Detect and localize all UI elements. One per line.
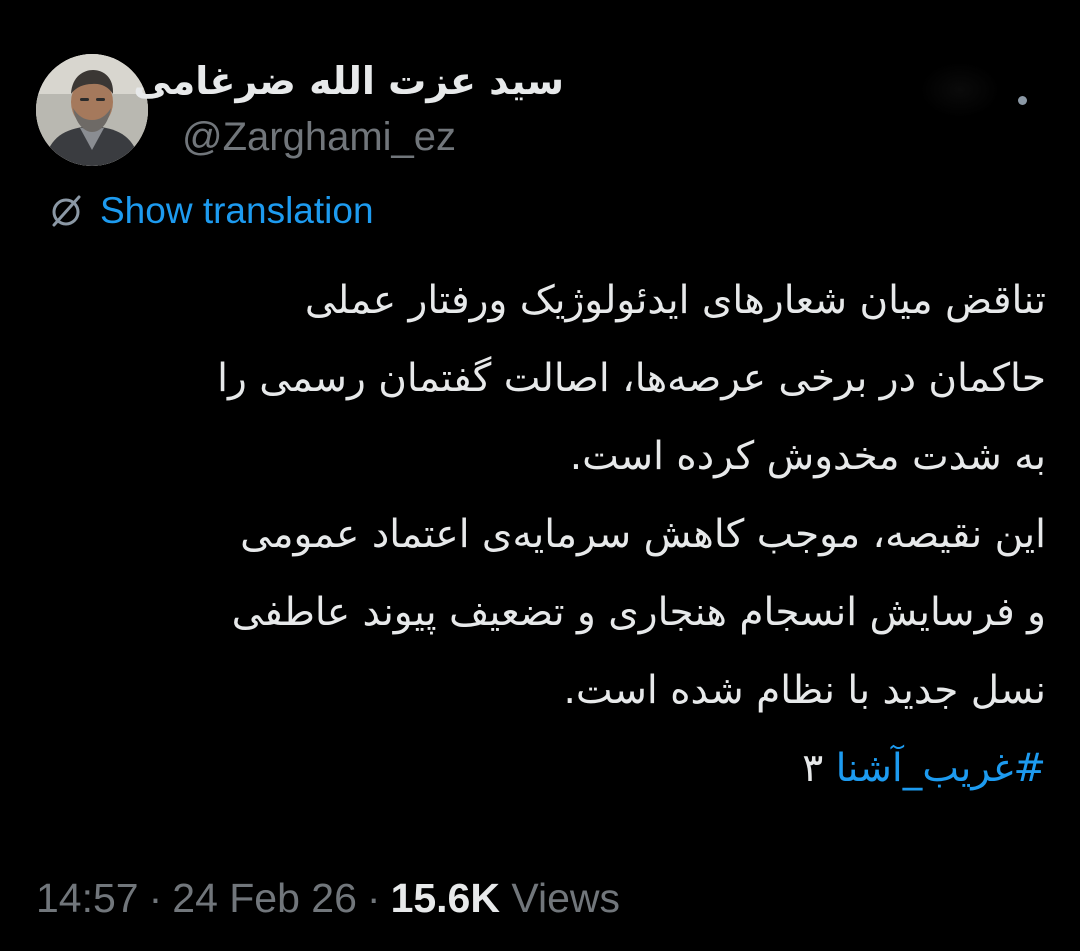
user-handle[interactable]: @Zarghami_ez bbox=[182, 112, 456, 162]
avatar[interactable] bbox=[36, 54, 148, 166]
hashtag-link[interactable]: #غریب_آشنا bbox=[836, 746, 1046, 791]
tweet-text: تناقض میان شعارهای ایدئولوژیک ورفتار عمل… bbox=[30, 262, 1046, 808]
globe-icon bbox=[46, 191, 86, 231]
tweet-card: سید عزت الله ضرغامی @Zarghami_ez Show tr… bbox=[0, 0, 1080, 951]
tweet-line: حاکمان در برخی عرصه‌ها، اصالت گفتمان رسم… bbox=[217, 356, 1046, 401]
hashtag-line: #غریب_آشنا ۳ bbox=[30, 730, 1046, 808]
tweet-line: نسل جدید با نظام شده است. bbox=[563, 668, 1046, 713]
hashtag-suffix: ۳ bbox=[802, 746, 824, 791]
redacted-area bbox=[920, 62, 1000, 118]
views-count[interactable]: 15.6K bbox=[391, 875, 500, 921]
more-options-button[interactable] bbox=[1000, 78, 1044, 122]
views-label: Views bbox=[511, 875, 621, 921]
tweet-date[interactable]: 24 Feb 26 bbox=[172, 875, 357, 921]
tweet-line: و فرسایش انسجام هنجاری و تضعیف پیوند عاط… bbox=[231, 590, 1046, 635]
tweet-meta: 14:57 · 24 Feb 26 · 15.6K Views bbox=[36, 868, 620, 928]
tweet-line: به شدت مخدوش کرده است. bbox=[569, 434, 1046, 479]
tweet-line: تناقض میان شعارهای ایدئولوژیک ورفتار عمل… bbox=[304, 278, 1046, 323]
more-dot-icon bbox=[1017, 95, 1027, 105]
tweet-time[interactable]: 14:57 bbox=[36, 875, 139, 921]
show-translation-label: Show translation bbox=[100, 190, 374, 231]
avatar-photo bbox=[36, 54, 148, 166]
meta-separator: · bbox=[366, 875, 381, 921]
meta-separator: · bbox=[148, 875, 163, 921]
tweet-line: این نقیصه، موجب کاهش سرمایه‌ی اعتماد عمو… bbox=[240, 512, 1046, 557]
show-translation-link[interactable]: Show translation bbox=[46, 186, 374, 236]
display-name[interactable]: سید عزت الله ضرغامی bbox=[133, 58, 564, 104]
